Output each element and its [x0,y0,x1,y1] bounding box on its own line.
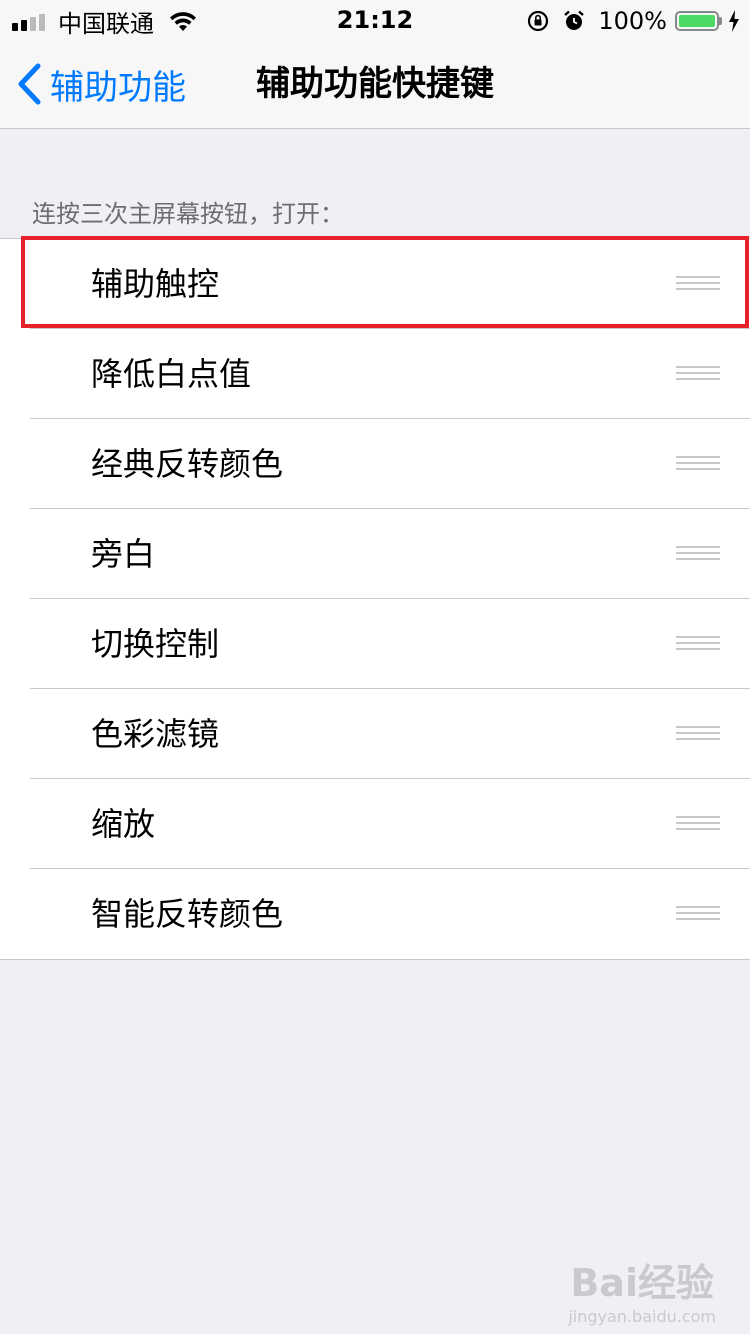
reorder-handle-icon[interactable] [676,366,720,382]
list-item[interactable]: 经典反转颜色 [0,419,750,509]
list-item[interactable]: 辅助触控 [0,239,750,329]
list-item[interactable]: 智能反转颜色 [0,869,750,959]
status-right: 100% [526,6,740,36]
shortcut-list: 辅助触控降低白点值经典反转颜色 旁白切换控制色彩滤镜缩放智能反转颜色 [0,238,750,960]
charging-bolt-icon [729,10,739,32]
list-item-label: 经典反转颜色 [91,445,284,483]
status-bar: 中国联通 21:12 100% [0,0,750,40]
watermark-url: jingyan.baidu.com [568,1307,716,1326]
reorder-handle-icon[interactable] [676,816,720,832]
list-item-label: 切换控制 [91,625,220,663]
list-item[interactable]: 切换控制 [0,599,750,689]
list-item-label: 旁白 [91,535,156,573]
battery-tip [719,17,722,25]
list-item[interactable]: 旁白 [0,509,750,599]
watermark-brand: Bai经验 [570,1261,714,1305]
orientation-lock-icon [528,10,549,32]
reorder-handle-icon[interactable] [676,456,720,472]
list-item[interactable]: 色彩滤镜 [0,689,750,779]
list-item[interactable]: 缩放 [0,779,750,869]
battery-percent: 100% [598,7,667,35]
list-item[interactable]: 降低白点值 [0,329,750,419]
reorder-handle-icon[interactable] [676,636,720,652]
battery-icon [675,11,719,31]
reorder-handle-icon[interactable] [676,726,720,742]
baidu-watermark: Bai经验 jingyan.baidu.com [568,1252,716,1326]
list-item-label: 降低白点值 [91,355,252,393]
list-item-label: 色彩滤镜 [91,715,220,753]
list-item-label: 辅助触控 [91,265,220,303]
reorder-handle-icon[interactable] [676,906,720,922]
navigation-bar: 辅助功能 辅助功能快捷键 [0,40,750,129]
section-header: 连按三次主屏幕按钮，打开： [32,200,344,228]
page-title: 辅助功能快捷键 [256,64,494,104]
list-item-label: 智能反转颜色 [91,895,284,933]
alarm-icon [564,10,585,30]
reorder-handle-icon[interactable] [676,276,720,292]
list-item-label: 缩放 [91,805,156,843]
reorder-handle-icon[interactable] [676,546,720,562]
